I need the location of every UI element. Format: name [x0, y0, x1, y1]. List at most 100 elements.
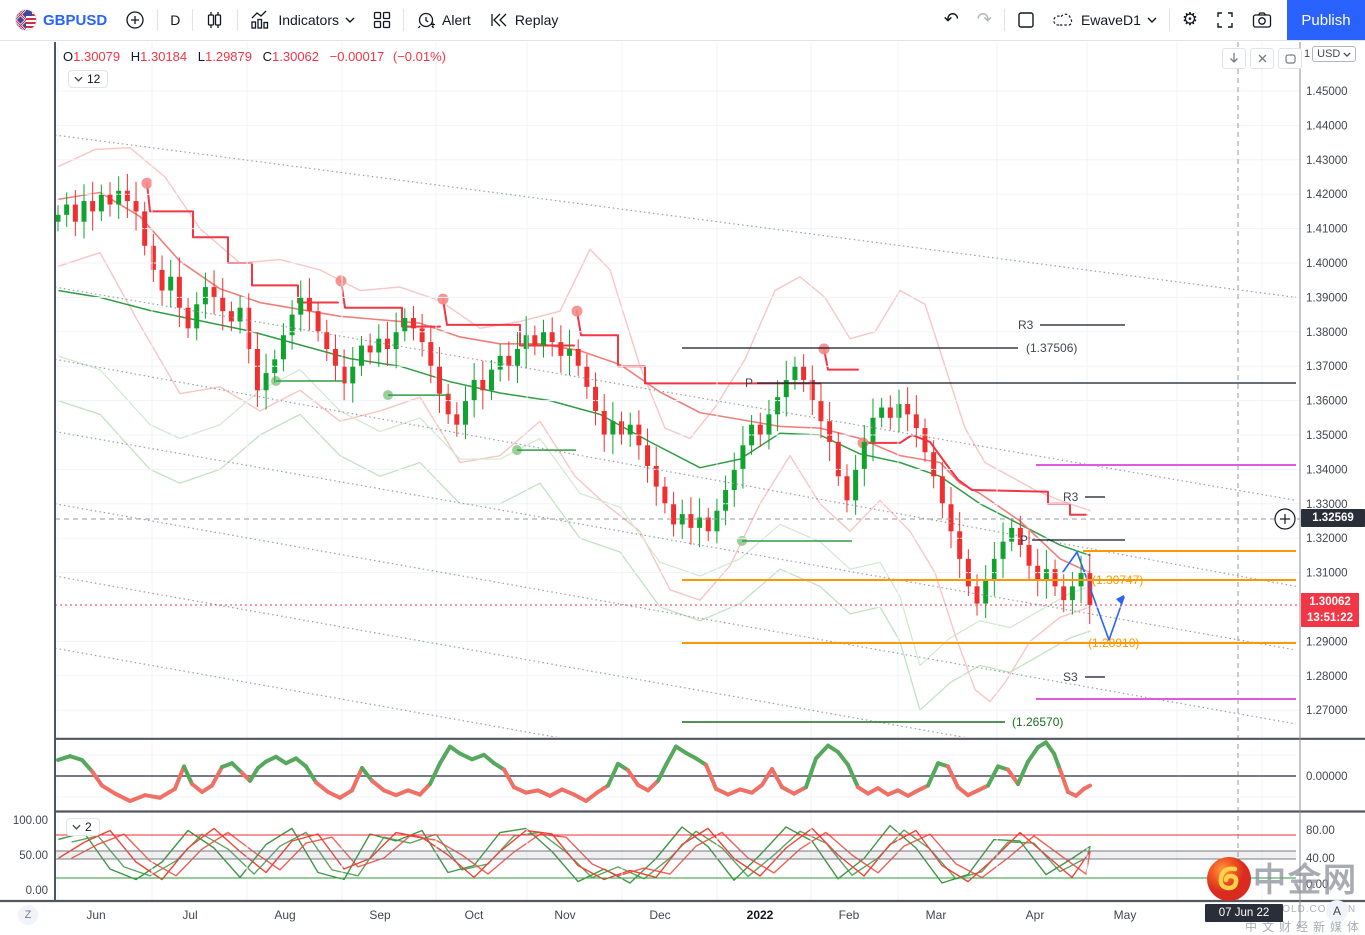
replay-button[interactable]: Replay	[480, 6, 568, 34]
svg-text:1.36000: 1.36000	[1306, 396, 1348, 408]
publish-button[interactable]: Publish	[1287, 0, 1365, 40]
svg-text:1.43000: 1.43000	[1306, 155, 1348, 167]
svg-text:(1.37506): (1.37506)	[1026, 341, 1077, 355]
ohlc-high-value: 1.30184	[140, 49, 188, 64]
svg-text:Aug: Aug	[274, 908, 295, 922]
scroll-to-recent-button[interactable]	[1222, 48, 1246, 69]
crosshair-price-label: 1.32569	[1301, 509, 1365, 527]
crosshair-date-label: 07 Jun 22	[1205, 904, 1283, 922]
chart-canvas[interactable]: R3 (1.37506) P R3 P (1.30747) (1.28910) S3 (1.26…	[0, 0, 1365, 933]
currency-label: USD	[1317, 48, 1341, 60]
svg-text:(1.28910): (1.28910)	[1088, 636, 1139, 650]
layout-select-button[interactable]	[1008, 6, 1044, 34]
svg-text:Mar: Mar	[926, 908, 947, 922]
saved-layout-button[interactable]: EwaveD1	[1044, 6, 1166, 34]
svg-text:1.34000: 1.34000	[1306, 464, 1348, 476]
replay-icon	[489, 12, 509, 28]
undo-icon: ↶	[943, 9, 959, 30]
redo-icon: ↷	[976, 9, 992, 30]
svg-text:R3: R3	[1018, 318, 1034, 332]
timezone-button[interactable]: Z	[18, 905, 38, 925]
ohlc-low-value: 1.29879	[205, 49, 252, 64]
svg-text:(1.26570): (1.26570)	[1012, 715, 1063, 729]
snapshot-button[interactable]	[1243, 6, 1281, 34]
stoch-legend-value: 2	[85, 820, 92, 834]
indicators-button[interactable]: Indicators	[241, 6, 364, 34]
svg-text:1.45000: 1.45000	[1306, 86, 1348, 98]
svg-text:100.00: 100.00	[13, 815, 48, 827]
alert-button[interactable]: Alert	[407, 6, 480, 34]
ma-legend-collapsed[interactable]: 12	[68, 70, 109, 88]
chevron-down-icon	[72, 824, 81, 830]
svg-text:1.40000: 1.40000	[1306, 258, 1348, 270]
ohlc-close-key: C	[262, 49, 273, 64]
down-arrow-icon	[1230, 53, 1238, 63]
maximize-icon	[1284, 53, 1296, 64]
candlestick-icon	[205, 9, 225, 31]
symbol-name: GBPUSD	[43, 11, 108, 29]
svg-text:P: P	[745, 376, 753, 390]
undo-button[interactable]: ↶	[935, 6, 968, 34]
svg-text:Dec: Dec	[649, 908, 670, 922]
price-axis-currency: 1 USD	[1304, 46, 1357, 62]
grid-templates-icon	[373, 11, 391, 29]
interval-label: D	[170, 12, 181, 28]
settings-button[interactable]: ⚙	[1173, 6, 1207, 34]
chevron-down-icon	[1147, 17, 1157, 23]
layout-icon	[1017, 11, 1035, 29]
tradingview-chart-app: { "toolbar": { "symbol": "GBPUSD", "inte…	[0, 0, 1365, 934]
svg-text:2022: 2022	[747, 908, 774, 922]
camera-icon	[1252, 11, 1272, 29]
svg-text:1.41000: 1.41000	[1306, 224, 1348, 236]
ohlc-high-key: H	[130, 49, 141, 64]
svg-text:1.42000: 1.42000	[1306, 189, 1348, 201]
last-price-time: 13:51:22	[1306, 612, 1354, 624]
interval-button[interactable]: D	[161, 6, 189, 34]
svg-text:1.37000: 1.37000	[1306, 361, 1348, 373]
fullscreen-button[interactable]	[1207, 6, 1243, 34]
svg-text:Feb: Feb	[839, 908, 860, 922]
cloud-icon	[1053, 12, 1075, 28]
maximize-pane-button[interactable]	[1278, 48, 1302, 69]
svg-text:Apr: Apr	[1026, 908, 1045, 922]
auto-scale-button[interactable]: A	[1326, 900, 1348, 922]
chevron-down-icon	[1343, 51, 1351, 57]
ohlc-change-pct: (−0.01%)	[392, 49, 446, 64]
svg-text:1.31000: 1.31000	[1306, 568, 1348, 580]
svg-text:May: May	[1114, 908, 1137, 922]
ma-legend-value: 12	[87, 72, 101, 86]
plus-circle-icon	[125, 10, 145, 30]
alarm-clock-icon	[416, 10, 436, 30]
svg-text:1.44000: 1.44000	[1306, 120, 1348, 132]
indicators-icon	[250, 10, 272, 30]
main-toolbar: GBPUSD D Indicators Alert Replay ↶ ↷ Ewa…	[0, 0, 1365, 41]
close-pane-button[interactable]	[1250, 48, 1274, 69]
last-price-label: 1.30062 13:51:22	[1301, 593, 1359, 627]
svg-text:1.35000: 1.35000	[1306, 430, 1348, 442]
chart-style-button[interactable]	[196, 6, 234, 34]
svg-text:Jun: Jun	[86, 908, 105, 922]
svg-text:(1.30747): (1.30747)	[1092, 573, 1143, 587]
chevron-down-icon	[345, 17, 355, 23]
publish-label: Publish	[1301, 11, 1351, 29]
svg-text:Oct: Oct	[465, 908, 484, 922]
close-icon	[1258, 54, 1266, 63]
ohlc-open-value: 1.30079	[73, 49, 121, 64]
currency-dropdown[interactable]: USD	[1312, 46, 1357, 62]
ohlc-open-key: O	[63, 49, 74, 64]
svg-text:1.29000: 1.29000	[1306, 636, 1348, 648]
stoch-legend-collapsed[interactable]: 2	[66, 818, 100, 836]
pane-mini-buttons	[1222, 48, 1302, 69]
price-pane	[55, 147, 1125, 711]
last-price-value: 1.30062	[1309, 596, 1351, 608]
indicator-templates-button[interactable]	[364, 6, 400, 34]
ohlc-readout: O1.30079 H1.30184 L1.29879 C1.30062 −0.0…	[63, 49, 446, 64]
svg-text:0.00: 0.00	[1306, 879, 1328, 891]
svg-text:S3: S3	[1063, 670, 1078, 684]
redo-button[interactable]: ↷	[968, 6, 1001, 34]
ohlc-close-value: 1.30062	[272, 49, 320, 64]
svg-text:1.39000: 1.39000	[1306, 292, 1348, 304]
svg-text:1.38000: 1.38000	[1306, 327, 1348, 339]
compare-add-button[interactable]	[116, 6, 154, 34]
symbol-button[interactable]: GBPUSD	[6, 6, 116, 34]
